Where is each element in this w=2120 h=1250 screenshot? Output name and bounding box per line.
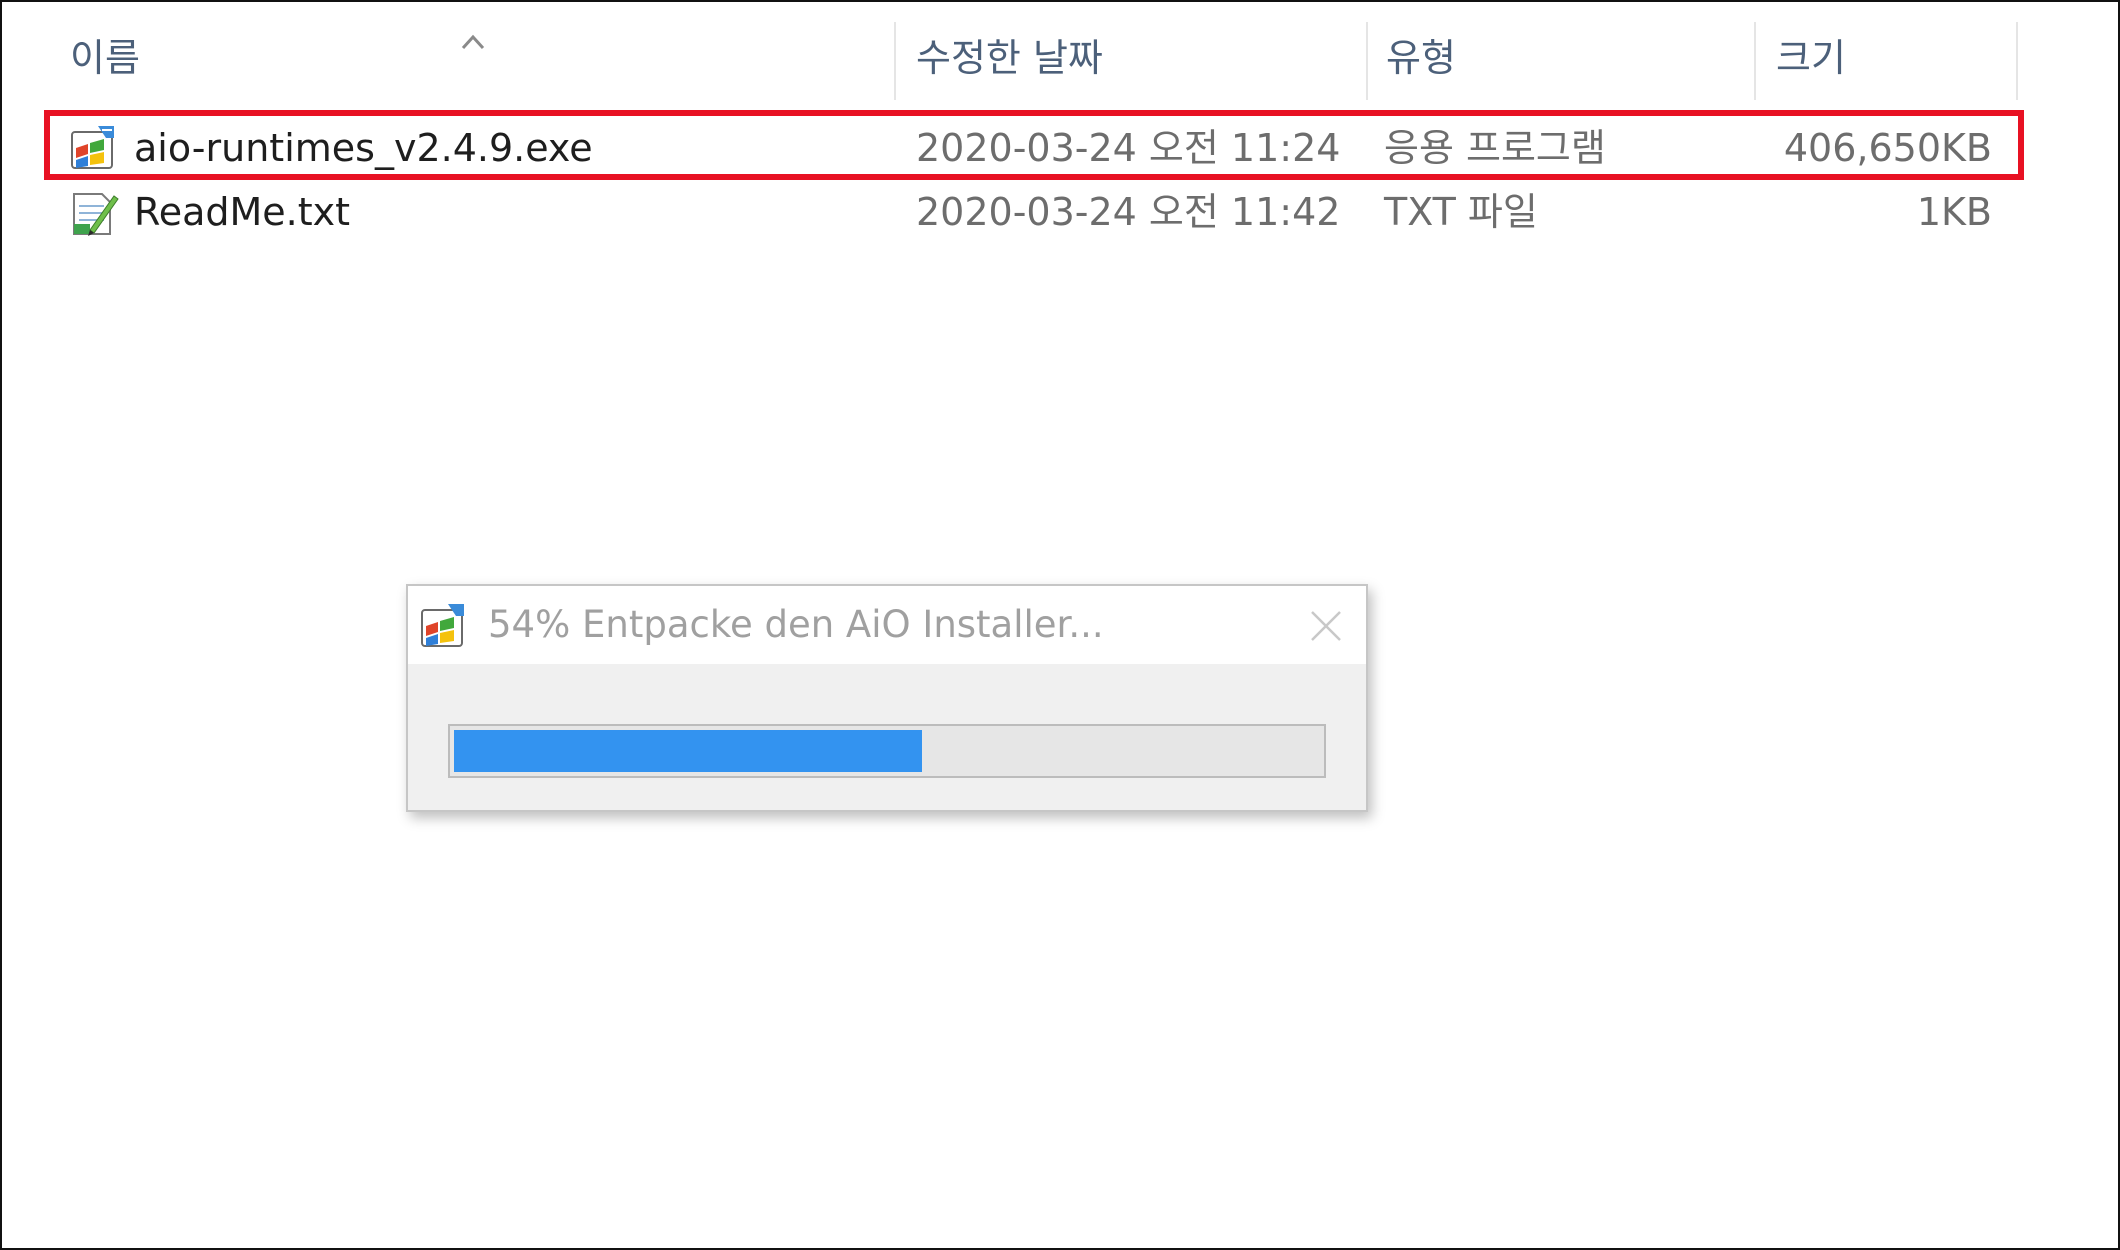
progress-bar [448,724,1326,778]
column-header-size[interactable]: 크기 [1776,18,1846,98]
progress-bar-fill [454,730,922,772]
file-row-txt[interactable]: ReadMe.txt 2020-03-24 오전 11:42 TXT 파일 1K… [46,180,2026,244]
column-divider[interactable] [1754,22,1756,100]
file-row-exe[interactable]: aio-runtimes_v2.4.9.exe 2020-03-24 오전 11… [46,116,2026,180]
installer-exe-icon [71,126,114,169]
file-type: 응용 프로그램 [1384,126,1606,170]
file-date-modified: 2020-03-24 오전 11:24 [916,126,1341,170]
column-header-name[interactable]: 이름 [70,18,140,98]
file-name: aio-runtimes_v2.4.9.exe [134,126,593,170]
chevron-up-icon [461,34,485,50]
installer-icon [421,604,464,647]
file-type: TXT 파일 [1384,190,1538,234]
file-date-modified: 2020-03-24 오전 11:42 [916,190,1341,234]
extract-progress-dialog: 54% Entpacke den AiO Installer... [406,584,1368,812]
file-size: 406,650KB [1783,126,1992,170]
close-icon[interactable] [1306,606,1346,646]
explorer-window: 이름 수정한 날짜 유형 크기 aio-runtimes_v2.4.9.exe … [0,0,2120,1250]
file-size: 1KB [1916,190,1992,234]
dialog-title: 54% Entpacke den AiO Installer... [488,603,1104,646]
column-header-type[interactable]: 유형 [1386,18,1456,98]
column-divider[interactable] [894,22,896,100]
column-header-date[interactable]: 수정한 날짜 [916,18,1103,98]
column-divider[interactable] [1366,22,1368,100]
column-divider[interactable] [2016,22,2018,100]
text-file-icon [73,193,119,236]
dialog-titlebar[interactable]: 54% Entpacke den AiO Installer... [408,586,1366,664]
file-name: ReadMe.txt [134,190,351,234]
column-header-bar: 이름 수정한 날짜 유형 크기 [2,18,2118,100]
